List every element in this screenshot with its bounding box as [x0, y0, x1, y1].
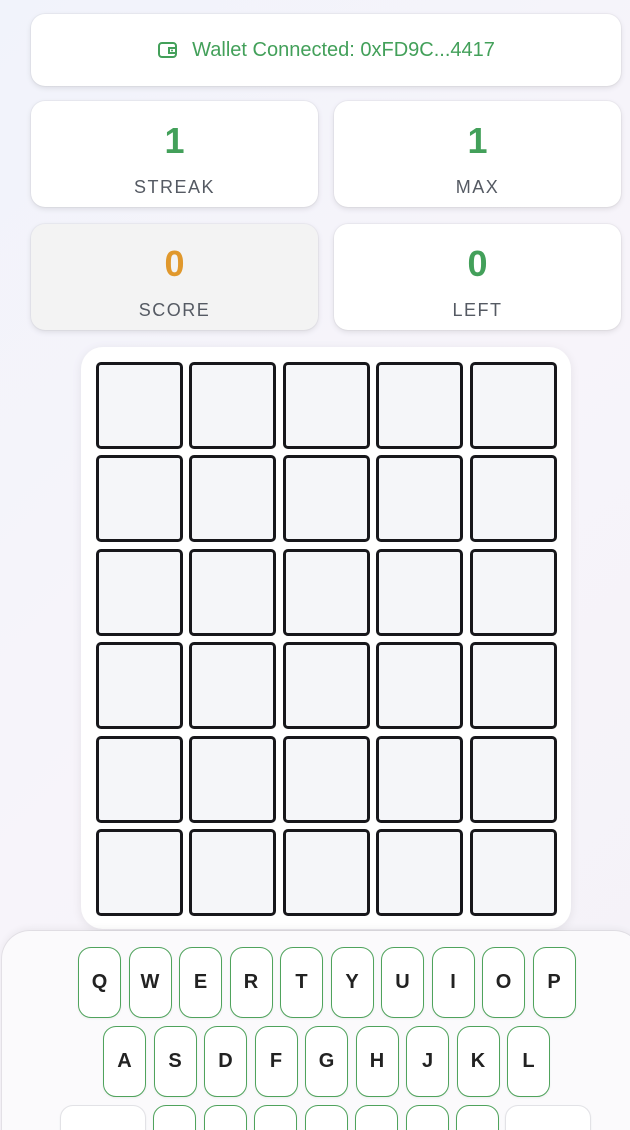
- stat-left: 0 LEFT: [334, 224, 621, 330]
- board-cell: [96, 829, 183, 916]
- board-cell: [189, 362, 276, 449]
- key-o[interactable]: O: [482, 947, 525, 1018]
- key-t[interactable]: T: [280, 947, 323, 1018]
- board-cell: [189, 736, 276, 823]
- key-e[interactable]: E: [179, 947, 222, 1018]
- key-j[interactable]: J: [406, 1026, 449, 1097]
- on-screen-keyboard: QWERTYUIOP ASDFGHJKL: [2, 931, 630, 1130]
- key[interactable]: [456, 1105, 499, 1130]
- key[interactable]: [355, 1105, 398, 1130]
- key[interactable]: [153, 1105, 196, 1130]
- key[interactable]: [254, 1105, 297, 1130]
- board-cell: [376, 642, 463, 729]
- board-cell: [189, 549, 276, 636]
- key-w[interactable]: W: [128, 947, 172, 1018]
- board-cell: [470, 642, 557, 729]
- game-board: [81, 347, 571, 929]
- board-cell: [470, 829, 557, 916]
- key-f[interactable]: F: [254, 1026, 298, 1097]
- key-y[interactable]: Y: [330, 947, 374, 1018]
- board-cell: [470, 736, 557, 823]
- key-wide[interactable]: [60, 1105, 146, 1130]
- board-cell: [189, 455, 276, 542]
- board-cell: [96, 549, 183, 636]
- board-cell: [376, 549, 463, 636]
- stat-score: 0 SCORE: [31, 224, 318, 330]
- wallet-status-banner: Wallet Connected: 0xFD9C...4417: [31, 14, 621, 86]
- stat-streak-label: STREAK: [133, 177, 216, 197]
- stat-max-label: MAX: [455, 177, 500, 197]
- key-q[interactable]: Q: [78, 947, 121, 1018]
- stat-max-value: 1: [467, 120, 488, 161]
- key-k[interactable]: K: [456, 1026, 500, 1097]
- board-cell: [283, 362, 370, 449]
- key-u[interactable]: U: [381, 947, 424, 1018]
- board-cell: [470, 455, 557, 542]
- board-cell: [470, 549, 557, 636]
- key-i[interactable]: I: [431, 947, 475, 1018]
- board-cell: [376, 736, 463, 823]
- key-p[interactable]: P: [532, 947, 576, 1018]
- board-cell: [283, 549, 370, 636]
- key-s[interactable]: S: [153, 1026, 197, 1097]
- stat-streak: 1 STREAK: [31, 101, 318, 207]
- board-cell: [283, 736, 370, 823]
- board-cell: [376, 829, 463, 916]
- key-l[interactable]: L: [507, 1026, 550, 1097]
- board-cell: [470, 362, 557, 449]
- board-cell: [283, 455, 370, 542]
- key[interactable]: [203, 1105, 247, 1130]
- board-cell: [189, 642, 276, 729]
- key-a[interactable]: A: [103, 1026, 146, 1097]
- stat-left-value: 0: [467, 243, 488, 284]
- key-r[interactable]: R: [229, 947, 273, 1018]
- key-g[interactable]: G: [305, 1026, 348, 1097]
- stat-max: 1 MAX: [334, 101, 621, 207]
- board-cell: [189, 829, 276, 916]
- board-cell: [283, 642, 370, 729]
- board-cell: [376, 455, 463, 542]
- stat-streak-value: 1: [164, 120, 185, 161]
- key-d[interactable]: D: [204, 1026, 247, 1097]
- key[interactable]: [304, 1105, 348, 1130]
- board-cell: [96, 362, 183, 449]
- board-cell: [96, 642, 183, 729]
- board-cell: [96, 736, 183, 823]
- stat-score-value: 0: [164, 243, 185, 284]
- key-wide[interactable]: [505, 1105, 591, 1130]
- board-cell: [376, 362, 463, 449]
- key-h[interactable]: H: [355, 1026, 399, 1097]
- wallet-status-text: Wallet Connected: 0xFD9C...4417: [192, 38, 495, 61]
- wallet-icon: [157, 40, 179, 60]
- stat-score-label: SCORE: [138, 300, 211, 320]
- board-cell: [96, 455, 183, 542]
- key[interactable]: [405, 1105, 449, 1130]
- stat-left-label: LEFT: [452, 300, 503, 320]
- board-cell: [283, 829, 370, 916]
